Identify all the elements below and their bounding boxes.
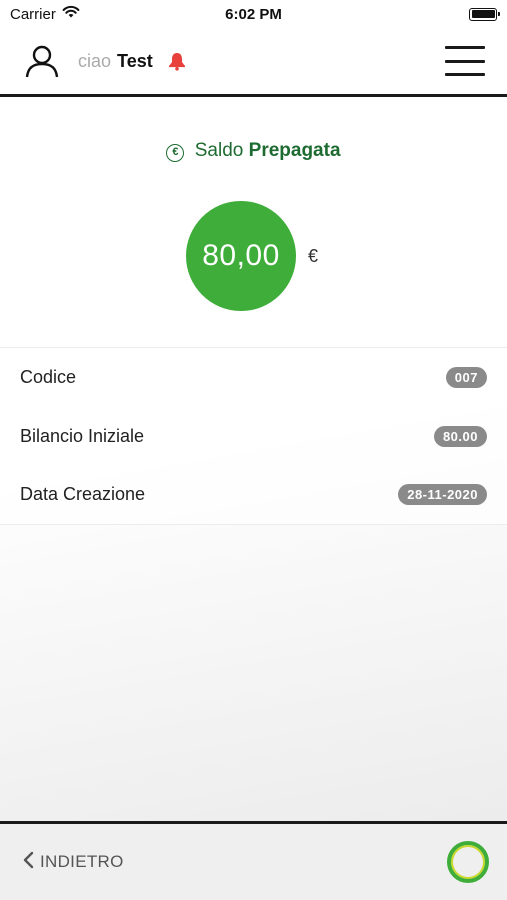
detail-badge: 28-11-2020 <box>398 484 487 506</box>
detail-badge: 007 <box>445 366 487 388</box>
balance-title-prefix: Saldo <box>194 140 244 161</box>
status-bar: Carrier 6:02 PM <box>0 0 507 28</box>
bottom-bar: INDIETRO <box>0 821 507 900</box>
detail-label: Data Creazione <box>20 484 146 505</box>
balance-title: € Saldo Prepagata <box>0 140 507 162</box>
detail-label: Codice <box>20 366 77 387</box>
battery-icon <box>469 7 500 21</box>
user-icon[interactable] <box>24 42 62 80</box>
greeting-text: ciao <box>78 50 112 71</box>
back-label: INDIETRO <box>40 852 124 871</box>
currency-symbol: € <box>308 245 319 266</box>
detail-row-data-creazione: Data Creazione 28-11-2020 <box>0 465 507 524</box>
status-left: Carrier <box>10 5 80 23</box>
detail-row-bilancio-iniziale: Bilancio Iniziale 80.00 <box>0 407 507 466</box>
main-content: € Saldo Prepagata 80,00 € Codice 007 Bil… <box>0 97 507 821</box>
detail-row-codice: Codice 007 <box>0 348 507 407</box>
menu-icon[interactable] <box>445 46 485 76</box>
loading-ring-icon <box>447 841 489 883</box>
chevron-left-icon <box>22 851 34 874</box>
detail-label: Bilancio Iniziale <box>20 425 145 446</box>
details-list: Codice 007 Bilancio Iniziale 80.00 Data … <box>0 347 507 526</box>
balance-title-bold: Prepagata <box>248 140 341 161</box>
detail-badge: 80.00 <box>433 425 487 447</box>
balance-amount: 80,00 <box>186 201 296 311</box>
carrier-label: Carrier <box>10 5 56 23</box>
back-button[interactable]: INDIETRO <box>22 851 124 874</box>
copyright-icon: € <box>166 144 185 162</box>
wifi-icon <box>62 5 80 23</box>
bell-icon[interactable] <box>167 50 189 72</box>
balance-display: 80,00 € <box>186 201 318 311</box>
username-text: Test <box>117 50 153 71</box>
app-header: ciao Test <box>0 28 507 97</box>
